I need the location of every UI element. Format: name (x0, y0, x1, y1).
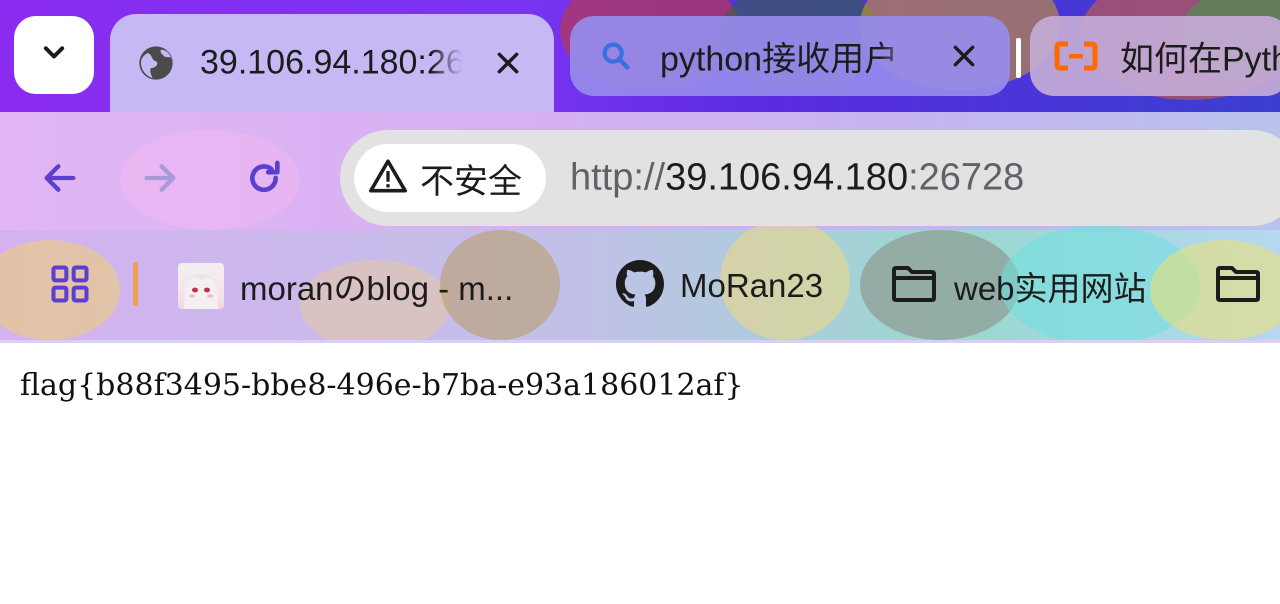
security-indicator[interactable]: 不安全 (354, 144, 546, 212)
bookmark-github-moran23[interactable]: MoRan23 (616, 256, 823, 316)
github-icon (616, 259, 664, 313)
apps-button[interactable] (48, 256, 92, 316)
back-button[interactable] (32, 152, 88, 208)
url-scheme: http:// (570, 156, 666, 199)
reload-button[interactable] (236, 152, 292, 208)
tab-separator (1016, 38, 1021, 78)
chevron-down-icon (40, 39, 68, 72)
bookmark-label: moranのblog - m... (240, 270, 514, 307)
tab-search-button[interactable] (14, 16, 94, 94)
bookmark-folder-more[interactable] (1214, 256, 1262, 316)
bookmark-folder-web[interactable]: web实用网站 (890, 256, 1147, 316)
close-icon[interactable] (488, 43, 528, 83)
warning-icon (368, 158, 408, 199)
tab-python[interactable]: python接收用户 (570, 16, 1010, 96)
tab-title: 如何在Pyth (1120, 40, 1280, 79)
tab-title: 39.106.94.180:26728 (200, 43, 462, 82)
bookmark-moran-blog[interactable]: moranのblog - m... (178, 256, 513, 316)
forward-button[interactable] (132, 152, 188, 208)
address-bar[interactable]: 不安全 http://39.106.94.180:26728 (340, 130, 1280, 226)
security-label: 不安全 (420, 162, 522, 201)
search-icon (594, 34, 638, 78)
aliyun-logo-icon (1054, 34, 1098, 78)
close-icon[interactable] (944, 36, 984, 76)
apps-grid-icon (48, 262, 92, 311)
arrow-right-icon (140, 158, 180, 203)
avatar-icon (178, 263, 224, 309)
folder-icon (890, 264, 938, 309)
url-text[interactable]: http://39.106.94.180:26728 (570, 157, 1024, 200)
bookmarks-divider (133, 262, 138, 306)
page-body-text: flag{b88f3495-bbe8-496e-b7ba-e93a186012a… (20, 368, 744, 403)
url-port: :26728 (908, 156, 1025, 199)
tab-aliyun[interactable]: 如何在Pyth (1030, 16, 1280, 96)
reload-icon (244, 158, 284, 203)
chrome-divider (0, 340, 1280, 343)
tab-active[interactable]: 39.106.94.180:26728 (110, 14, 554, 112)
url-host: 39.106.94.180 (665, 156, 909, 199)
bookmark-label: web实用网站 (954, 270, 1147, 307)
browser-chrome: 39.106.94.180:26728 python接收用户 如何在Pyth (0, 0, 1280, 342)
folder-icon (1214, 264, 1262, 309)
arrow-left-icon (40, 158, 80, 203)
globe-icon (134, 41, 178, 85)
tab-title: python接收用户 (660, 40, 899, 79)
bookmark-label: MoRan23 (680, 267, 824, 304)
